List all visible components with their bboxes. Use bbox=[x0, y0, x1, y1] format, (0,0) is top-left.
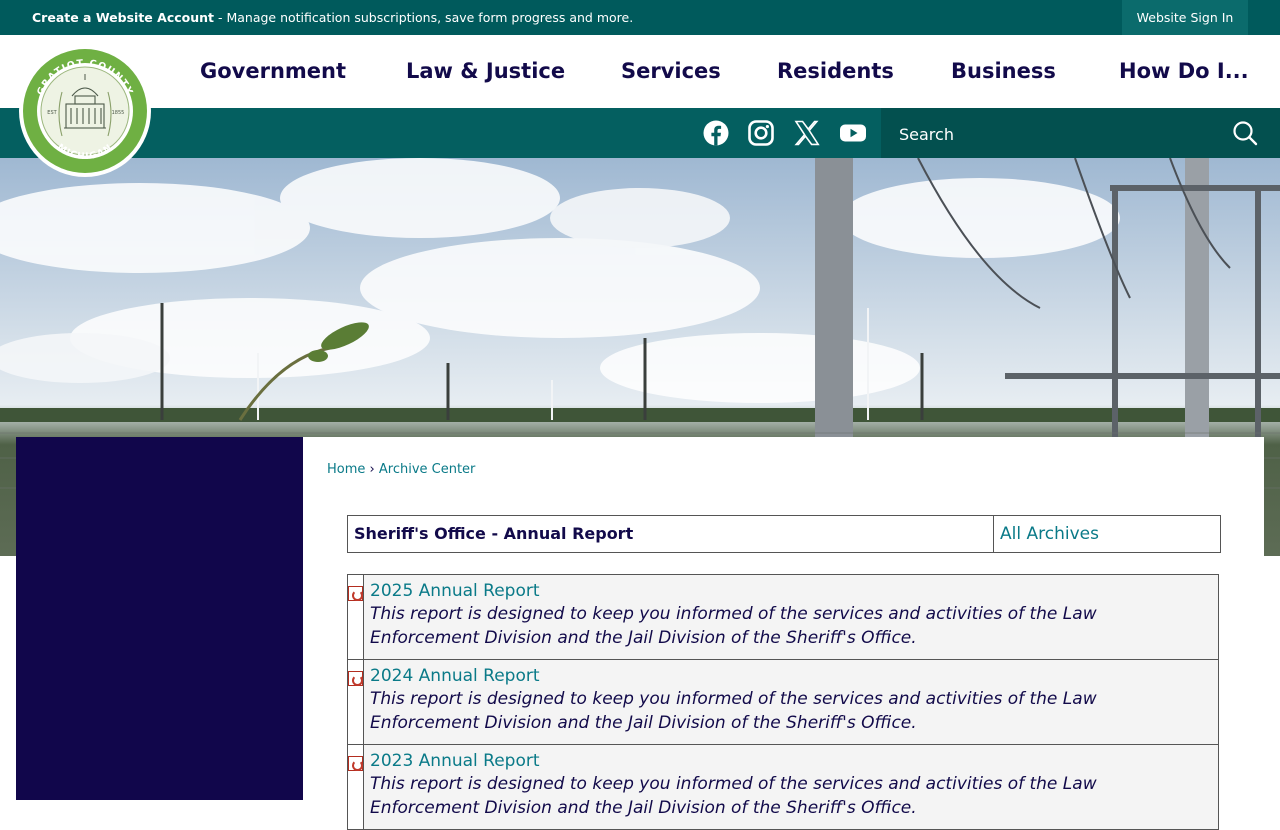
pdf-icon[interactable] bbox=[348, 671, 363, 686]
seal-est: EST bbox=[47, 110, 57, 116]
breadcrumb-separator: › bbox=[369, 462, 375, 477]
archive-item-description: This report is designed to keep you info… bbox=[370, 689, 1097, 733]
seal-year: 1855 bbox=[112, 110, 125, 116]
youtube-icon[interactable] bbox=[839, 119, 867, 147]
utility-band bbox=[0, 108, 1280, 158]
archive-list: 2025 Annual Report This report is design… bbox=[347, 574, 1219, 830]
archive-title: Sheriff's Office - Annual Report bbox=[348, 516, 994, 552]
main-nav: Government Law & Justice Services Reside… bbox=[0, 35, 1280, 108]
archive-item-link[interactable]: 2023 Annual Report bbox=[370, 751, 540, 771]
archive-item-link[interactable]: 2025 Annual Report bbox=[370, 581, 540, 601]
breadcrumb-archive-center-link[interactable]: Archive Center bbox=[379, 462, 476, 477]
create-account-link[interactable]: Create a Website Account bbox=[32, 10, 214, 25]
main-content: Home › Archive Center Sheriff's Office -… bbox=[303, 437, 1264, 830]
account-bar: Create a Website Account - Manage notifi… bbox=[0, 0, 1280, 35]
list-item: 2023 Annual Report This report is design… bbox=[347, 744, 1219, 830]
pdf-icon[interactable] bbox=[348, 586, 363, 601]
list-item: 2024 Annual Report This report is design… bbox=[347, 659, 1219, 744]
archive-header: Sheriff's Office - Annual Report All Arc… bbox=[347, 515, 1221, 553]
breadcrumb-home-link[interactable]: Home bbox=[327, 462, 365, 477]
nav-item-how-do-i[interactable]: How Do I... bbox=[1119, 59, 1249, 83]
site-search bbox=[881, 108, 1280, 158]
nav-item-government[interactable]: Government bbox=[200, 59, 346, 83]
archive-item-link[interactable]: 2024 Annual Report bbox=[370, 666, 540, 686]
nav-item-law-justice[interactable]: Law & Justice bbox=[406, 59, 565, 83]
nav-item-services[interactable]: Services bbox=[621, 59, 721, 83]
sidebar bbox=[16, 437, 303, 800]
all-archives-link[interactable]: All Archives bbox=[1000, 524, 1099, 544]
website-sign-in-button[interactable]: Website Sign In bbox=[1122, 0, 1248, 35]
archive-item-description: This report is designed to keep you info… bbox=[370, 774, 1097, 818]
search-icon[interactable] bbox=[1232, 120, 1258, 146]
x-icon[interactable] bbox=[793, 119, 821, 147]
instagram-icon[interactable] bbox=[747, 119, 775, 147]
nav-item-business[interactable]: Business bbox=[951, 59, 1056, 83]
breadcrumb: Home › Archive Center bbox=[327, 462, 475, 477]
list-item: 2025 Annual Report This report is design… bbox=[347, 574, 1219, 659]
facebook-icon[interactable] bbox=[702, 119, 730, 147]
archive-item-description: This report is designed to keep you info… bbox=[370, 604, 1097, 648]
county-seal-logo[interactable]: GRATIOT COUNTY MICHIGAN EST 1855 bbox=[18, 44, 152, 178]
account-message-text: - Manage notification subscriptions, sav… bbox=[214, 10, 634, 25]
search-input[interactable] bbox=[897, 117, 1221, 151]
nav-item-residents[interactable]: Residents bbox=[777, 59, 894, 83]
pdf-icon[interactable] bbox=[348, 756, 363, 771]
account-message: Create a Website Account - Manage notifi… bbox=[32, 10, 633, 25]
